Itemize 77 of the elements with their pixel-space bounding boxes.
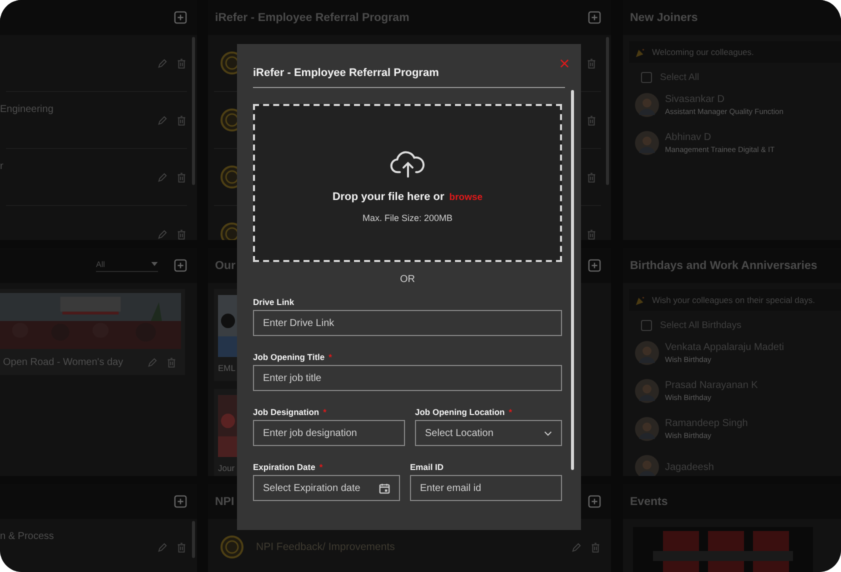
checkbox[interactable] [641,320,652,331]
add-icon[interactable] [588,495,601,508]
pencil-icon[interactable] [157,58,168,68]
card-caption: Jour [218,463,236,473]
add-icon[interactable] [588,259,601,272]
file-drop-zone[interactable]: Drop your file here or browse Max. File Size: 200MB [253,104,562,262]
drop-prompt: Drop your file here or [332,191,444,203]
add-icon[interactable] [174,495,187,508]
input-field[interactable]: Enter job title [253,365,562,391]
panel-title: Events [630,496,668,508]
input-field[interactable]: Enter email id [410,475,562,501]
field-label: Expiration Date * [253,462,324,472]
trash-icon[interactable] [176,542,187,552]
panel-title: New Joiners [630,12,698,24]
avatar [635,417,659,441]
pencil-icon[interactable] [157,228,168,240]
field-label: Job Opening Title * [253,352,333,362]
separator-text: OR [399,274,416,285]
avatar [635,131,659,155]
trash-icon[interactable] [586,58,597,68]
filter-dropdown[interactable]: All [96,260,158,272]
trash-icon[interactable] [176,58,187,68]
item-title: r [0,161,4,172]
add-icon[interactable] [174,259,187,272]
panel-title: iRefer - Employee Referral Program [215,12,410,24]
required-mark: * [323,407,326,417]
pencil-icon[interactable] [157,542,168,552]
panel-title: Our [215,260,236,272]
field-label: Job Opening Location * [415,407,514,417]
panel-title: NPI [215,496,234,508]
add-icon[interactable] [588,11,601,24]
required-mark: * [328,352,332,362]
calendar-icon[interactable] [379,482,390,494]
checkbox[interactable] [641,72,652,83]
panel-title: Birthdays and Work Anniversaries [630,260,818,272]
date-field[interactable]: Select Expiration date [253,475,400,501]
scrollbar[interactable] [571,90,574,470]
required-mark: * [508,407,512,417]
party-popper-icon [635,294,646,306]
item-title: Engineering [0,104,54,115]
story-card[interactable]: Jour [214,389,238,476]
field-label: Drive Link [253,297,296,307]
close-icon[interactable] [560,59,569,68]
item-title: n & Process [0,531,54,542]
trash-icon[interactable] [586,114,597,126]
required-mark: * [319,462,323,472]
location-dropdown[interactable]: Select Location [415,420,562,446]
dialog-title: iRefer - Employee Referral Program [253,67,439,79]
avatar [635,341,659,365]
avatar [635,93,659,117]
trash-icon[interactable] [176,228,187,240]
input-field[interactable]: Enter Drive Link [253,310,562,336]
party-popper-icon [635,46,646,58]
input-field[interactable]: Enter job designation [253,420,405,446]
trash-icon[interactable] [590,542,601,552]
file-size-note: Max. File Size: 200MB [362,213,453,223]
browse-link[interactable]: browse [449,192,483,203]
emblem-icon [220,535,244,559]
pencil-icon[interactable] [157,172,168,182]
story-card[interactable]: EML [214,289,238,381]
card-caption: EML [218,363,236,373]
field-label: Job Designation * [253,407,328,417]
avatar [635,379,659,403]
cloud-upload-icon [390,149,426,179]
chevron-down-icon [544,430,552,436]
trash-icon[interactable] [586,228,597,240]
caret-icon [151,262,158,266]
pencil-icon[interactable] [571,542,582,552]
pencil-icon[interactable] [157,114,168,126]
trash-icon[interactable] [586,172,597,182]
trash-icon[interactable] [176,114,187,126]
trash-icon[interactable] [176,172,187,182]
field-label: Email ID [410,462,445,472]
trash-icon[interactable] [166,356,177,368]
add-icon[interactable] [174,11,187,24]
avatar [635,455,659,476]
pencil-icon[interactable] [147,356,158,368]
